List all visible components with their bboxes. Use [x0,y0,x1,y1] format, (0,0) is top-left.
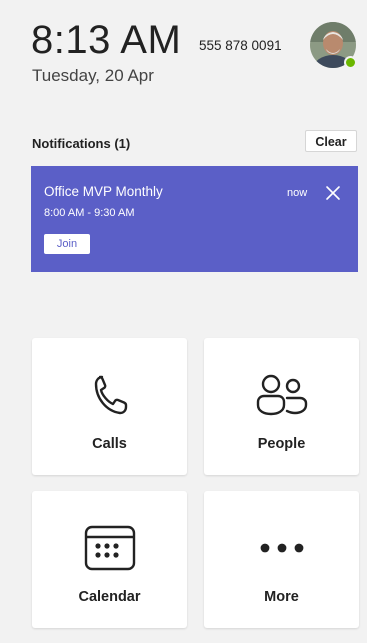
calls-tile[interactable]: Calls [32,338,187,475]
close-icon[interactable] [324,184,342,202]
notifications-heading: Notifications (1) [32,136,131,151]
notification-card[interactable]: Office MVP Monthly 8:00 AM - 9:30 AM now… [31,166,358,272]
clear-notifications-button[interactable]: Clear [305,130,357,152]
people-tile[interactable]: People [204,338,359,475]
presence-status-icon [344,56,357,69]
more-icon [254,523,310,573]
clock-date: Tuesday, 20 Apr [32,66,154,85]
people-icon [254,370,310,420]
calendar-icon [82,523,138,573]
join-meeting-button[interactable]: Join [44,234,90,254]
calls-label: Calls [92,436,127,452]
calendar-tile[interactable]: Calendar [32,491,187,628]
notification-meeting-title: Office MVP Monthly [44,184,163,199]
more-label: More [264,589,299,605]
more-tile[interactable]: More [204,491,359,628]
notification-meeting-time: 8:00 AM - 9:30 AM [44,207,135,219]
calendar-label: Calendar [78,589,141,605]
people-label: People [257,436,306,452]
phone-number: 555 878 0091 [199,38,282,53]
phone-icon [82,370,138,420]
user-avatar[interactable] [310,22,357,69]
clock-time: 8:13 AM [31,18,182,62]
notification-timestamp: now [287,187,308,199]
home-screen: 8:13 AM Tuesday, 20 Apr 555 878 0091 Not… [0,0,367,643]
